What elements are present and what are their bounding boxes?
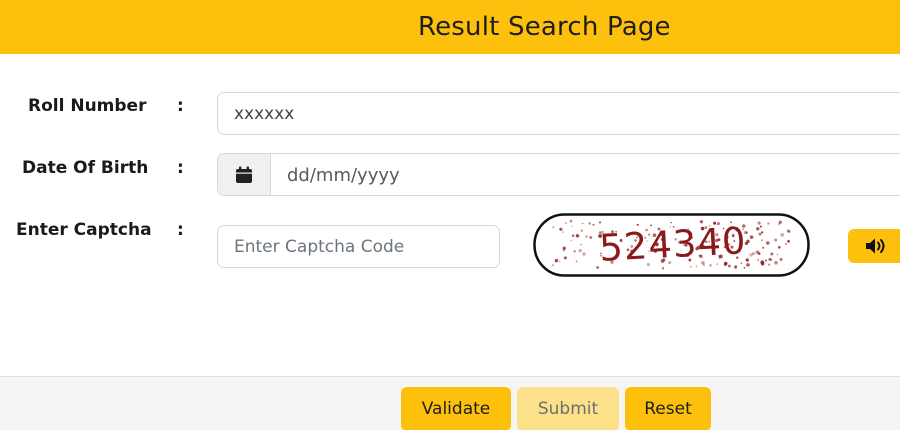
captcha-noise-dot [777, 245, 781, 249]
captcha-noise-dot [740, 262, 743, 264]
result-search-page: Result Search Page Roll Number : Date Of… [0, 0, 900, 430]
captcha-noise-dot [785, 242, 787, 245]
captcha-noise-dot [575, 234, 580, 238]
captcha-audio-button[interactable] [848, 229, 900, 263]
captcha-noise-dot [757, 259, 759, 261]
captcha-noise-dot [768, 257, 772, 261]
captcha-noise-dot [764, 259, 768, 262]
captcha-noise-dot [582, 252, 586, 256]
captcha-input[interactable] [217, 225, 500, 268]
captcha-noise-dot [774, 238, 778, 242]
roll-number-colon: : [177, 96, 184, 116]
captcha-noise-dot [589, 235, 593, 240]
captcha-noise-dot [728, 264, 731, 268]
captcha-noise-dot [762, 246, 765, 249]
speaker-icon [866, 238, 885, 254]
captcha-noise-dot [780, 233, 785, 237]
captcha-code: 524340 [598, 219, 747, 270]
captcha-svg: 524340 [533, 213, 810, 277]
captcha-noise-dot [779, 257, 783, 261]
captcha-label: Enter Captcha [16, 220, 152, 240]
captcha-image: 524340 [533, 213, 810, 277]
captcha-noise-dot [761, 231, 764, 234]
captcha-noise-dot [786, 229, 790, 233]
captcha-noise-dot [573, 250, 576, 253]
captcha-noise-dot [565, 222, 567, 224]
captcha-noise-dot [746, 263, 750, 267]
date-of-birth-input[interactable] [270, 154, 900, 195]
captcha-noise-dot [552, 226, 555, 229]
captcha-noise-dot [767, 222, 770, 225]
captcha-noise-dot [709, 264, 712, 267]
roll-number-input[interactable] [217, 92, 900, 135]
captcha-noise-dot [766, 241, 770, 245]
captcha-noise-dot [552, 264, 554, 267]
captcha-noise-dot [743, 267, 746, 269]
captcha-noise-dot [578, 249, 582, 253]
captcha-noise-dot [759, 225, 762, 228]
captcha-noise-dot [596, 266, 599, 269]
captcha-noise-dot [734, 265, 738, 269]
captcha-noise-dot [689, 265, 692, 268]
date-of-birth-group [217, 153, 900, 196]
captcha-noise-dot [770, 252, 774, 256]
submit-button[interactable]: Submit [517, 387, 619, 430]
captcha-noise-dot [563, 256, 567, 260]
date-of-birth-colon: : [177, 158, 184, 178]
captcha-noise-dot [778, 223, 780, 226]
captcha-noise-dot [571, 234, 575, 238]
captcha-noise-dot [756, 227, 760, 231]
captcha-noise-dot [749, 253, 753, 257]
captcha-noise-dot [580, 229, 583, 232]
captcha-noise-dot [598, 221, 602, 224]
captcha-noise-dot [558, 260, 561, 263]
captcha-noise-dot [554, 258, 559, 263]
captcha-noise-dot [760, 260, 765, 265]
captcha-noise-dot [757, 221, 761, 225]
captcha-noise-dot [575, 260, 578, 263]
captcha-noise-dot [758, 232, 762, 236]
captcha-noise-dot [768, 263, 771, 266]
captcha-noise-dot [703, 264, 705, 266]
captcha-noise-dot [723, 262, 728, 267]
captcha-noise-dot [562, 231, 564, 233]
captcha-noise-dot [749, 235, 754, 239]
captcha-noise-dot [695, 265, 698, 268]
captcha-noise-dot [571, 225, 573, 227]
page-header: Result Search Page [0, 0, 900, 54]
captcha-noise-dot [761, 239, 764, 242]
captcha-noise-dot [559, 227, 563, 231]
captcha-noise-dot [787, 239, 791, 243]
captcha-noise-dot [585, 235, 588, 238]
captcha-noise-dot [661, 267, 665, 270]
validate-button[interactable]: Validate [401, 387, 511, 430]
captcha-noise-dot [569, 219, 573, 223]
captcha-noise-dot [562, 246, 566, 250]
calendar-icon [236, 166, 252, 183]
date-picker-addon[interactable] [218, 154, 271, 195]
captcha-noise-dot [755, 250, 760, 255]
captcha-noise-dot [776, 253, 779, 256]
captcha-noise-dot [774, 260, 778, 265]
page-title: Result Search Page [418, 12, 671, 42]
captcha-colon: : [177, 220, 184, 240]
captcha-noise-dot [570, 239, 573, 242]
reset-button[interactable]: Reset [625, 387, 711, 430]
roll-number-label: Roll Number [28, 96, 147, 116]
date-of-birth-label: Date Of Birth [22, 158, 149, 178]
captcha-noise-dot [592, 223, 595, 226]
captcha-noise-dot [582, 222, 584, 225]
captcha-noise-dot [588, 222, 591, 225]
captcha-noise-dot [580, 243, 582, 246]
